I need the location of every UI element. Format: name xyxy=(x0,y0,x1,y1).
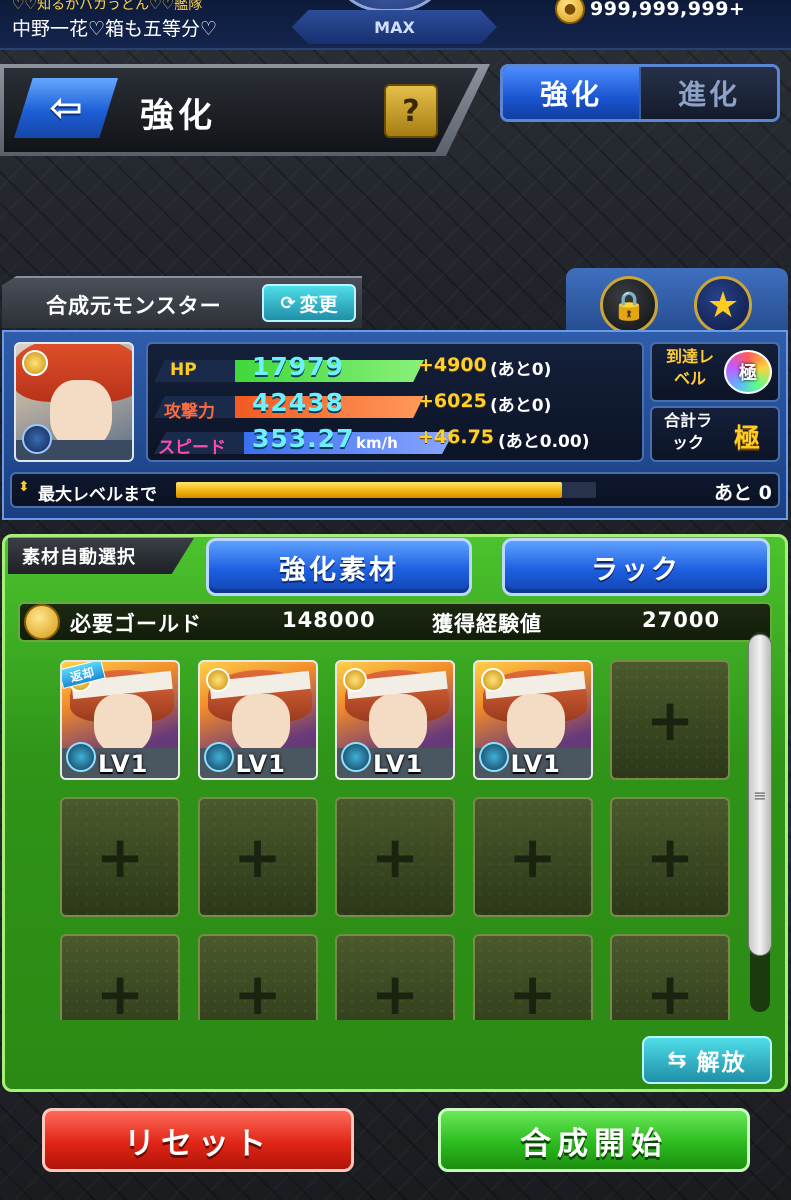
tab-evolve[interactable]: 進化 xyxy=(639,67,777,119)
material-slot-empty[interactable]: + xyxy=(472,934,593,1020)
light-attribute-icon xyxy=(205,668,230,692)
auto-select-tab[interactable]: 素材自動選択 xyxy=(8,538,194,574)
material-portrait-face xyxy=(231,694,290,754)
release-button[interactable]: ⇆ 解放 xyxy=(642,1036,772,1084)
speed-unit: km/h xyxy=(356,434,398,452)
luck-button[interactable]: ラック xyxy=(502,538,770,596)
max-level-remain: あと 0 xyxy=(714,482,772,504)
type-badge-icon xyxy=(203,742,234,772)
material-level: LV1 xyxy=(98,750,149,778)
total-luck-value: 極 xyxy=(734,424,761,454)
plus-icon: + xyxy=(645,960,695,1020)
type-badge-icon xyxy=(22,424,52,454)
plus-icon: + xyxy=(508,823,557,891)
page-title: 強化 xyxy=(140,96,216,136)
material-portrait-face xyxy=(94,694,152,754)
material-portrait-face xyxy=(506,694,565,754)
hp-label: HP xyxy=(170,360,197,380)
plus-icon: + xyxy=(95,823,145,891)
grip-icon: ≡ xyxy=(753,785,767,805)
speed-remain: (あと0.00) xyxy=(498,432,590,452)
hp-plus: +4900 xyxy=(418,354,487,376)
reach-level-label: 到達レベル xyxy=(665,347,714,388)
lock-icon[interactable]: 🔒 xyxy=(600,276,658,334)
stats-box: HP 17979 +4900 (あと0) 攻撃力 42438 +6025 (あと… xyxy=(146,342,644,462)
material-slot-grid: LV1 返却 LV1 LV1 LV1 + + + + + + + + + + + xyxy=(40,648,748,1020)
scroll-thumb[interactable]: ≡ xyxy=(748,634,772,956)
material-portrait-face xyxy=(369,694,427,754)
required-gold-value: 148000 xyxy=(282,608,376,632)
plus-icon: + xyxy=(645,686,695,754)
total-luck-label: 合計ラック xyxy=(663,411,712,452)
username: 中野一花♡箱も五等分♡ xyxy=(12,18,218,40)
gold-amount: 999,999,999+ xyxy=(590,0,746,20)
release-label: 解放 xyxy=(696,1050,747,1076)
base-monster-label: 合成元モンスター xyxy=(46,294,222,318)
plus-icon: + xyxy=(233,960,282,1020)
refresh-icon: ⟳ xyxy=(280,292,296,314)
material-level: LV1 xyxy=(373,750,424,778)
attack-remain: (あと0) xyxy=(490,396,552,416)
plus-icon: + xyxy=(233,823,282,891)
speed-label: スピード xyxy=(158,438,226,458)
type-badge-icon xyxy=(478,742,509,772)
monster-portrait[interactable] xyxy=(14,342,134,462)
material-slot-empty[interactable]: + xyxy=(60,797,180,917)
material-slot-empty[interactable]: + xyxy=(335,797,455,917)
hp-value: 17979 xyxy=(252,352,344,381)
up-down-arrow-icon: ⬍ xyxy=(18,479,30,495)
material-slot-empty[interactable]: + xyxy=(610,934,730,1020)
material-slot-filled[interactable]: LV1 xyxy=(472,660,593,780)
back-arrow-icon: ⇦ xyxy=(49,85,83,131)
attack-plus: +6025 xyxy=(418,390,487,412)
material-level: LV1 xyxy=(235,750,286,778)
max-level-label: 最大レベルまで xyxy=(38,485,157,505)
change-monster-button[interactable]: ⟳ 変更 xyxy=(262,284,356,322)
swap-arrows-icon: ⇆ xyxy=(667,1047,689,1073)
material-slot-empty[interactable]: + xyxy=(197,934,318,1020)
material-slot-filled[interactable]: LV1 xyxy=(335,660,455,780)
attack-value: 42438 xyxy=(252,388,344,417)
speed-value: 353.27 xyxy=(252,424,355,453)
help-button[interactable]: ? xyxy=(384,84,438,138)
start-fusion-button[interactable]: 合成開始 xyxy=(438,1108,750,1172)
reset-button[interactable]: リセット xyxy=(42,1108,354,1172)
material-slot-empty[interactable]: + xyxy=(60,934,180,1020)
light-attribute-icon xyxy=(22,350,48,376)
max-level-progress xyxy=(176,482,562,498)
mode-tabs: 強化 進化 xyxy=(500,64,780,122)
light-attribute-icon xyxy=(480,668,505,692)
plus-icon: + xyxy=(645,823,695,891)
exp-gain-label: 獲得経験値 xyxy=(432,612,542,636)
plus-icon: + xyxy=(508,960,557,1020)
exp-gain-value: 27000 xyxy=(642,608,721,632)
speed-plus: +46.75 xyxy=(418,426,495,448)
plus-icon: + xyxy=(95,960,145,1020)
material-slot-empty[interactable]: + xyxy=(610,660,730,780)
star-icon[interactable]: ★ xyxy=(694,276,752,334)
change-button-label: 変更 xyxy=(299,293,338,316)
light-attribute-icon xyxy=(343,668,367,692)
material-slot-empty[interactable]: + xyxy=(610,797,730,917)
type-badge-icon xyxy=(341,742,371,772)
material-slot-filled[interactable]: LV1 返却 xyxy=(60,660,180,780)
type-badge-icon xyxy=(66,742,96,772)
ticker-text: ♡♡知るかバカうどん♡♡艦隊 xyxy=(12,0,203,12)
material-slot-empty[interactable]: + xyxy=(472,797,593,917)
material-slot-empty[interactable]: + xyxy=(197,797,318,917)
reach-level-badge: 極 xyxy=(724,350,772,394)
plus-icon: + xyxy=(370,960,420,1020)
attack-label: 攻撃力 xyxy=(164,402,215,422)
hp-remain: (あと0) xyxy=(490,360,552,380)
material-slot-empty[interactable]: + xyxy=(335,934,455,1020)
gold-coin-icon xyxy=(24,604,60,640)
plus-icon: + xyxy=(370,823,420,891)
material-level: LV1 xyxy=(510,750,561,778)
enhance-materials-button[interactable]: 強化素材 xyxy=(206,538,472,596)
required-gold-label: 必要ゴールド xyxy=(70,612,202,636)
rank-max-badge: MAX xyxy=(292,10,497,44)
tab-enhance[interactable]: 強化 xyxy=(503,67,639,119)
material-slot-filled[interactable]: LV1 xyxy=(197,660,318,780)
